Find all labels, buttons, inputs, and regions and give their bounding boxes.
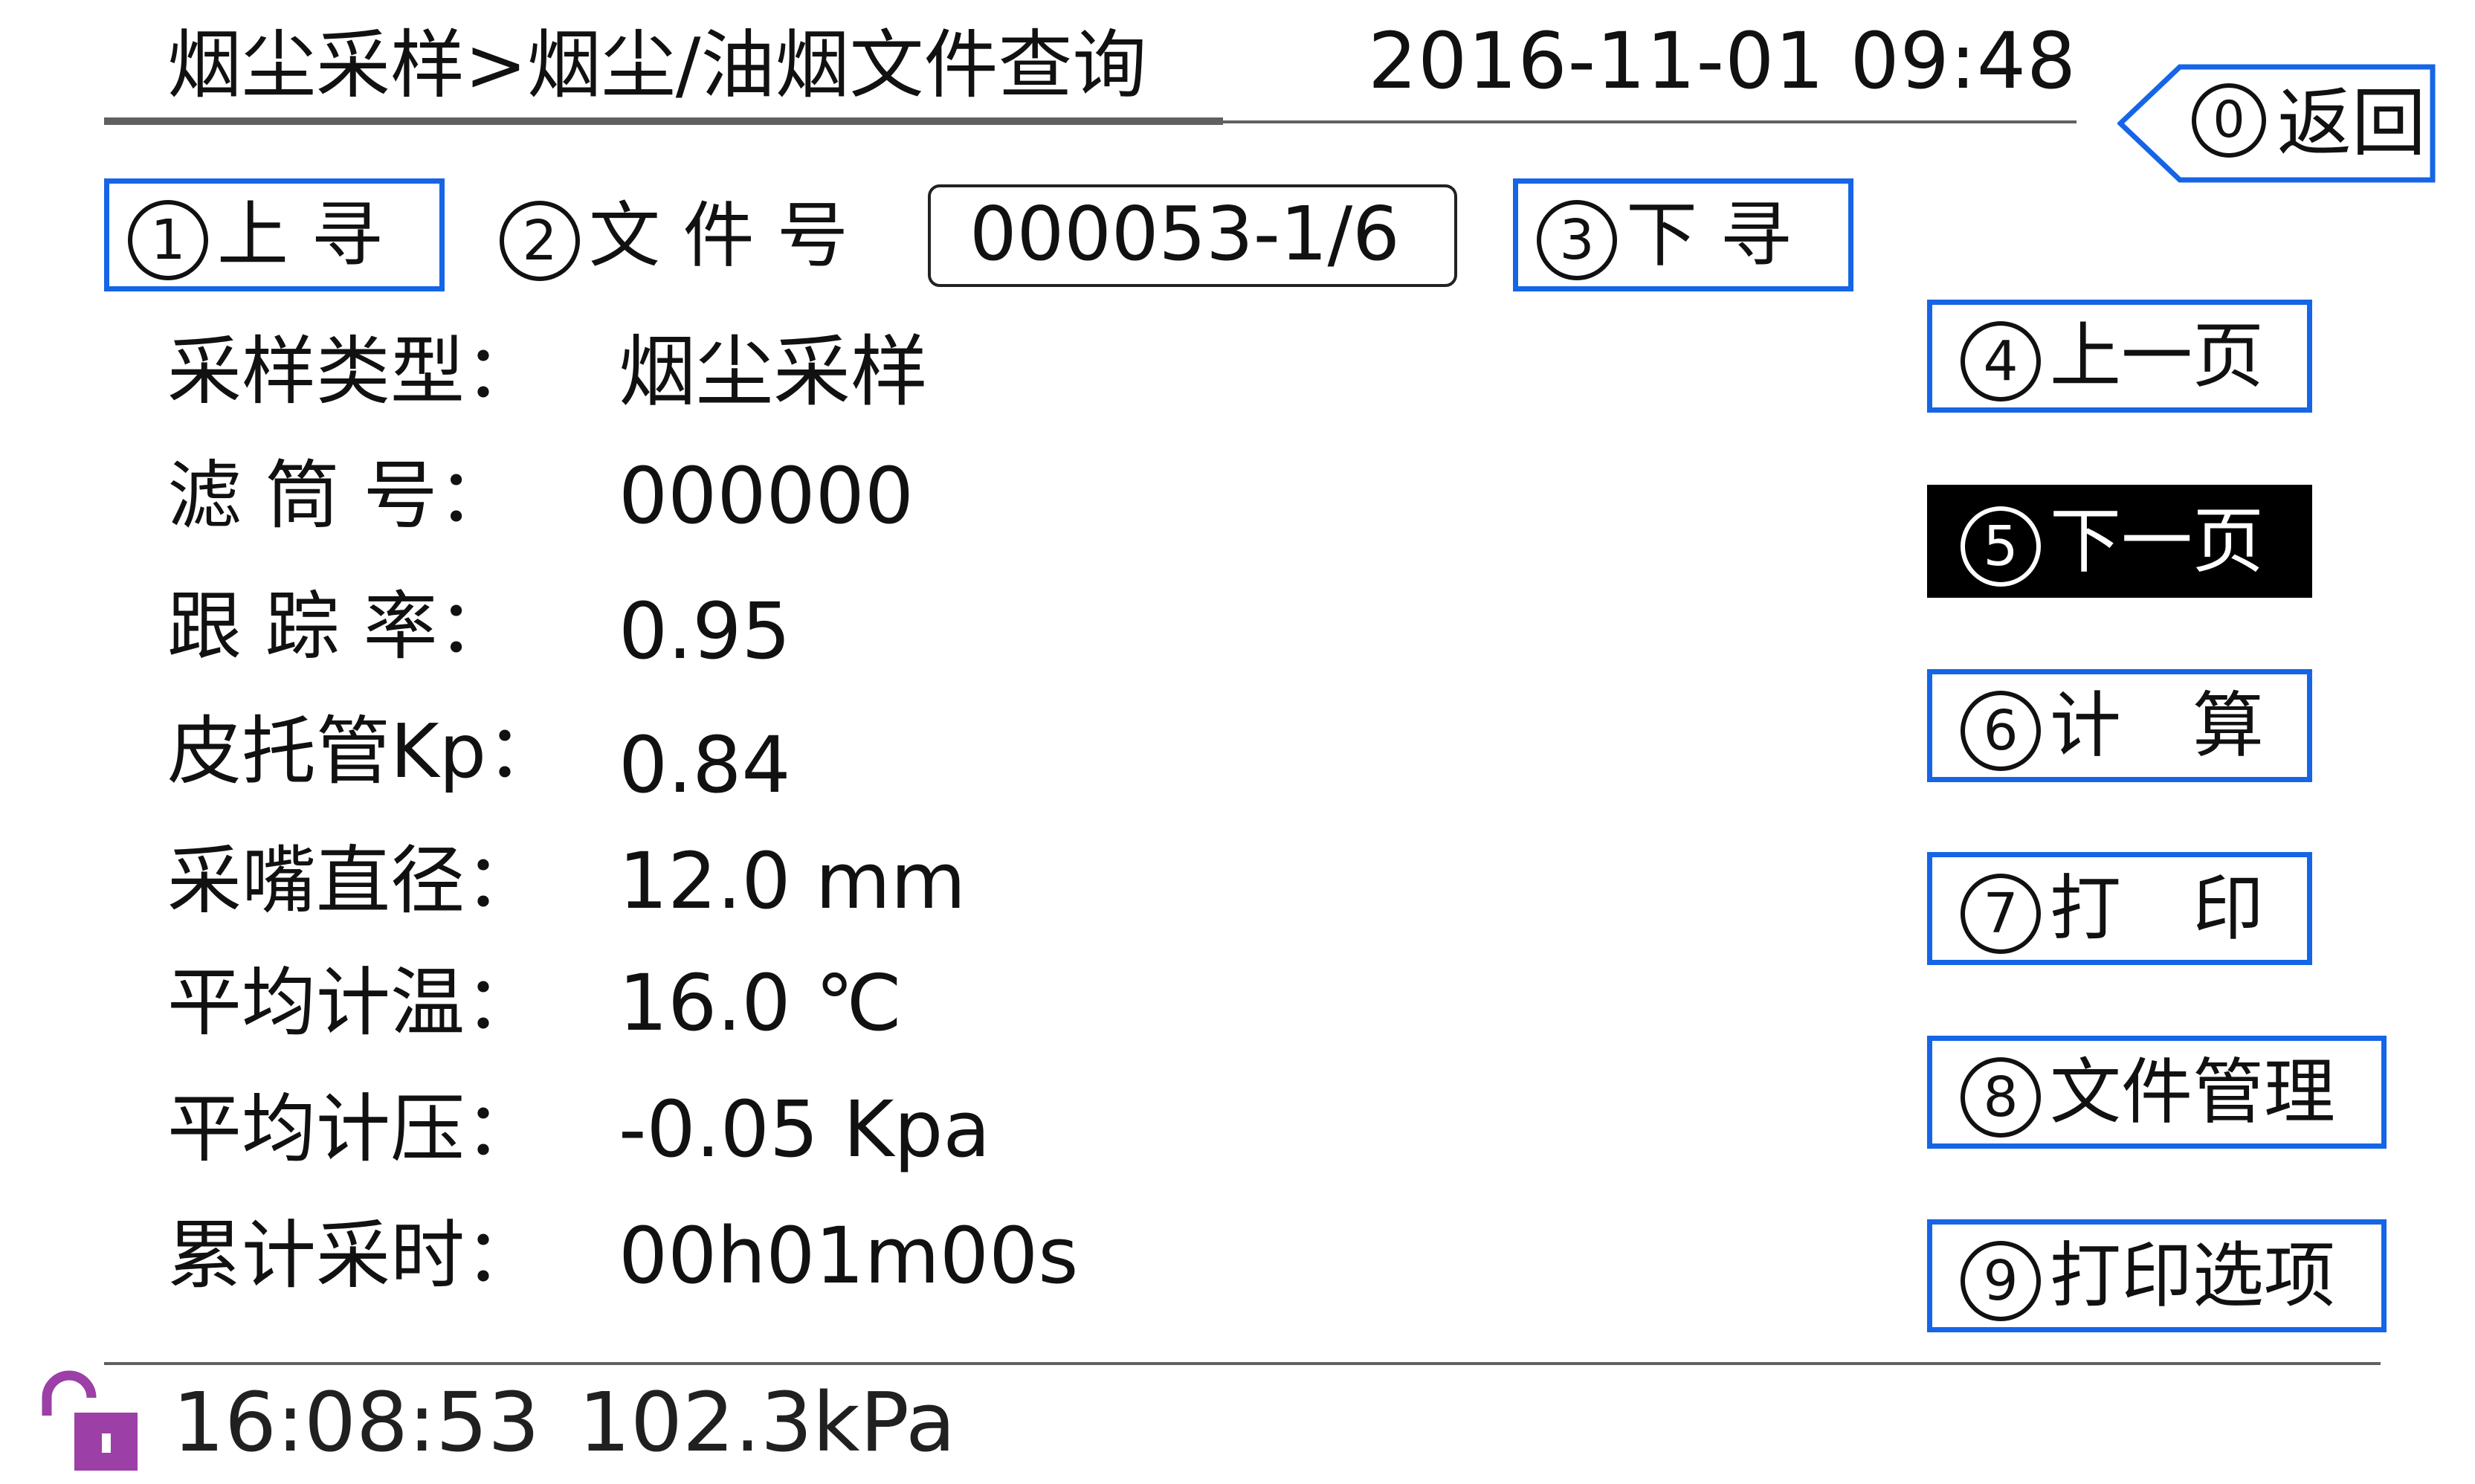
file-number-label-text: 文 件 号	[589, 194, 849, 277]
atmospheric-pressure: 102.3kPa	[578, 1375, 956, 1470]
next-page-button[interactable]: 5 下一页	[1927, 485, 2312, 598]
key-number-badge: 1	[128, 199, 208, 280]
date-time: 2016-11-01 09:48	[1368, 16, 2077, 106]
key-number-badge: 9	[1961, 1240, 2041, 1321]
calculate-label: 计 算	[2050, 684, 2264, 767]
avg-pressure-value: -0.05 Kpa	[619, 1084, 991, 1175]
sampling-type-label: 采样类型：	[167, 328, 539, 415]
file-management-label: 文件管理	[2050, 1051, 2335, 1134]
key-number-badge: 8	[1961, 1056, 2041, 1138]
file-number-field[interactable]: 000053-1/6	[928, 184, 1457, 287]
prev-search-button[interactable]: 1上 寻	[104, 178, 445, 291]
back-button[interactable]: 0 返回	[2117, 64, 2436, 183]
pitot-kp-value: 0.84	[619, 720, 791, 810]
status-divider	[104, 1362, 2381, 1365]
key-number-badge: 5	[1961, 506, 2041, 587]
key-number-badge: 7	[1961, 873, 2041, 954]
calculate-button[interactable]: 6计 算	[1927, 669, 2312, 782]
tracking-rate-value: 0.95	[619, 586, 791, 677]
avg-temp-value: 16.0 ℃	[619, 958, 903, 1048]
total-sampling-time-label: 累计采时：	[167, 1212, 539, 1299]
filter-number-value: 000000	[619, 451, 914, 541]
print-label: 打 印	[2050, 867, 2264, 950]
file-management-button[interactable]: 8 文件管理	[1927, 1036, 2387, 1149]
avg-temp-label: 平均计温：	[167, 959, 539, 1046]
file-number-label: 2文 件 号	[500, 184, 848, 287]
print-options-button[interactable]: 9 打印选项	[1927, 1219, 2387, 1332]
page-title: 烟尘采样>烟尘/油烟文件查询	[167, 22, 1147, 109]
total-sampling-time-value: 00h01m00s	[619, 1210, 1079, 1301]
nozzle-diameter-label: 采嘴直径：	[167, 837, 539, 924]
key-number-badge: 2	[500, 200, 580, 281]
sampling-type-value: 烟尘采样	[619, 326, 929, 417]
unlocked-padlock-icon	[33, 1370, 145, 1477]
print-options-label: 打印选项	[2050, 1234, 2335, 1317]
pitot-kp-label: 皮托管Kp：	[167, 708, 561, 795]
prev-page-label: 上一页	[2050, 314, 2264, 398]
key-number-badge: 6	[1961, 690, 2041, 771]
nozzle-diameter-value: 12.0 mm	[619, 836, 967, 926]
key-number-badge: 0	[2192, 83, 2266, 158]
clock-time: 16:08:53	[172, 1375, 541, 1470]
key-number-badge: 3	[1537, 199, 1617, 280]
avg-pressure-label: 平均计压：	[167, 1085, 539, 1172]
prev-search-label: 上 寻	[217, 193, 383, 277]
next-search-button[interactable]: 3下 寻	[1513, 178, 1853, 291]
filter-number-label: 滤 筒 号：	[167, 452, 512, 539]
key-number-badge: 4	[1961, 320, 2041, 401]
title-underline	[104, 117, 1223, 125]
print-button[interactable]: 7打 印	[1927, 852, 2312, 965]
next-page-label: 下一页	[2050, 500, 2264, 583]
header-divider	[1223, 120, 2077, 123]
tracking-rate-label: 跟 踪 率：	[167, 583, 512, 670]
back-label: 返回	[2277, 80, 2426, 167]
next-search-label: 下 寻	[1626, 193, 1792, 277]
prev-page-button[interactable]: 4 上一页	[1927, 300, 2312, 413]
